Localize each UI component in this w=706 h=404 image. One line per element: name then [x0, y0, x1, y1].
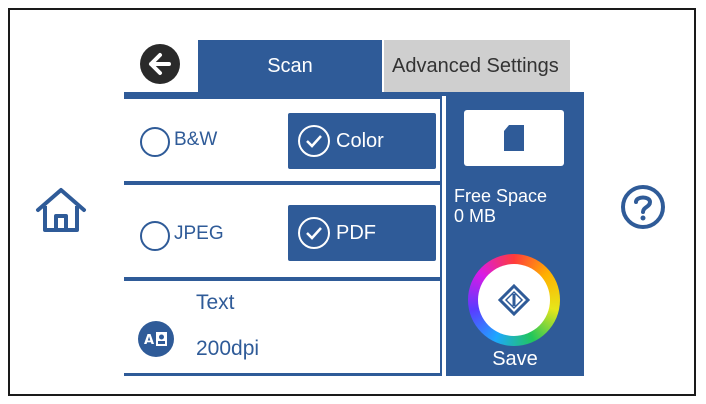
home-button[interactable]	[34, 186, 88, 234]
jpeg-radio[interactable]	[140, 221, 170, 251]
memory-card-button[interactable]	[464, 110, 564, 166]
check-circle-icon	[298, 217, 330, 249]
document-type-icon: A	[138, 321, 174, 357]
color-mode-row: B&W Color	[124, 99, 440, 181]
pdf-button[interactable]: PDF	[288, 205, 436, 261]
color-label: Color	[336, 129, 384, 152]
document-type-label: Text	[196, 291, 235, 314]
bw-radio[interactable]	[140, 127, 170, 157]
resolution-label: 200dpi	[196, 337, 260, 360]
file-format-row: JPEG PDF	[124, 185, 440, 277]
tab-scan[interactable]: Scan	[198, 40, 382, 92]
save-start-button[interactable]	[468, 254, 560, 346]
start-button-inner	[478, 264, 550, 336]
bw-label: B&W	[174, 129, 218, 150]
tab-scan-label: Scan	[267, 54, 313, 77]
memory-card-icon	[504, 125, 524, 151]
tab-advanced-settings[interactable]: Advanced Settings	[384, 40, 570, 92]
free-space-label: Free Space	[454, 186, 548, 206]
free-space-value: 0 MB	[454, 206, 497, 226]
svg-text:A: A	[144, 333, 154, 348]
destination-panel: Free Space 0 MB Save	[446, 96, 584, 376]
check-circle-icon	[298, 125, 330, 157]
tab-advanced-label: Advanced Settings	[392, 54, 559, 77]
back-button[interactable]	[140, 44, 180, 84]
free-space-info: Free Space 0 MB	[454, 186, 547, 226]
save-label: Save	[492, 348, 538, 370]
home-icon	[36, 188, 86, 232]
start-diamond-icon	[497, 283, 531, 317]
back-arrow-icon	[149, 53, 171, 75]
pdf-label: PDF	[336, 221, 376, 244]
help-icon	[621, 185, 665, 229]
color-button[interactable]: Color	[288, 113, 436, 169]
document-type-row[interactable]: A Text 200dpi	[124, 281, 440, 373]
help-button[interactable]	[620, 184, 666, 230]
jpeg-label: JPEG	[174, 223, 224, 244]
